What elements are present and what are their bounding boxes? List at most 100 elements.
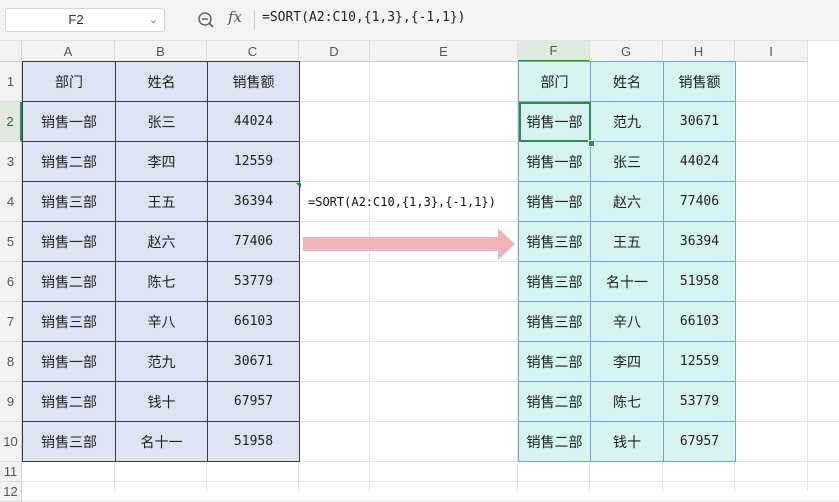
column-header-d[interactable]: D (299, 41, 370, 62)
function-icon[interactable]: fx (228, 8, 242, 26)
dept-cell[interactable]: 销售二部 (22, 141, 116, 182)
header-cell[interactable]: 部门 (518, 61, 591, 102)
sales-cell[interactable]: 36394 (207, 181, 300, 222)
name-cell[interactable]: 范九 (590, 101, 664, 142)
formula-divider (254, 10, 255, 30)
select-all-corner[interactable] (0, 41, 22, 62)
row-header-11[interactable]: 11 (0, 462, 22, 482)
sales-cell[interactable]: 53779 (663, 381, 736, 422)
name-cell[interactable]: 李四 (590, 341, 664, 382)
name-cell[interactable]: 陈七 (115, 261, 208, 302)
name-box-value: F2 (68, 12, 84, 27)
column-header-f[interactable]: F (518, 41, 590, 62)
name-cell[interactable]: 李四 (115, 141, 208, 182)
dept-cell[interactable]: 销售二部 (518, 381, 591, 422)
row-header-5[interactable]: 5 (0, 222, 22, 262)
sales-cell[interactable]: 53779 (207, 261, 300, 302)
sales-cell[interactable]: 30671 (207, 341, 300, 382)
table-row: 销售三部 名十一 51958 (518, 261, 736, 302)
sales-cell[interactable]: 36394 (663, 221, 736, 262)
name-cell[interactable]: 钱十 (590, 421, 664, 462)
sales-cell[interactable]: 77406 (207, 221, 300, 262)
fill-handle[interactable] (588, 140, 595, 147)
row-header-12[interactable]: 12 (0, 482, 22, 502)
chevron-down-icon[interactable]: ⌄ (149, 13, 158, 26)
row-header-4[interactable]: 4 (0, 182, 22, 222)
dept-cell[interactable]: 销售三部 (22, 301, 116, 342)
dept-cell[interactable]: 销售二部 (22, 261, 116, 302)
dept-cell[interactable]: 销售三部 (22, 421, 116, 462)
sales-cell[interactable]: 44024 (663, 141, 736, 182)
table-row: 销售二部 李四 12559 (22, 141, 300, 182)
dept-cell[interactable]: 销售三部 (518, 261, 591, 302)
name-cell[interactable]: 辛八 (590, 301, 664, 342)
dept-cell[interactable]: 销售三部 (518, 301, 591, 342)
row-header-10[interactable]: 10 (0, 422, 22, 462)
formula-input[interactable]: =SORT(A2:C10,{1,3},{-1,1}) (262, 10, 466, 25)
column-header-c[interactable]: C (207, 41, 299, 62)
name-cell[interactable]: 范九 (115, 341, 208, 382)
sales-cell[interactable]: 67957 (207, 381, 300, 422)
dept-cell[interactable]: 销售一部 (22, 341, 116, 382)
column-header-i[interactable]: I (735, 41, 808, 62)
row-header-7[interactable]: 7 (0, 302, 22, 342)
dept-cell[interactable]: 销售三部 (518, 221, 591, 262)
name-cell[interactable]: 名十一 (590, 261, 664, 302)
sales-cell[interactable]: 67957 (663, 421, 736, 462)
sales-cell[interactable]: 51958 (207, 421, 300, 462)
name-cell[interactable]: 王五 (590, 221, 664, 262)
sales-cell[interactable]: 66103 (207, 301, 300, 342)
comment-indicator (296, 183, 301, 188)
name-cell[interactable]: 张三 (115, 101, 208, 142)
name-cell[interactable]: 陈七 (590, 381, 664, 422)
sales-cell[interactable]: 66103 (663, 301, 736, 342)
name-cell[interactable]: 辛八 (115, 301, 208, 342)
column-header-h[interactable]: H (663, 41, 735, 62)
dept-cell[interactable]: 销售二部 (518, 421, 591, 462)
name-box[interactable]: F2 ⌄ (5, 8, 165, 32)
source-table: 部门 姓名 销售额 销售一部 张三 44024 销售二部 李四 12559 销售三部 王五 3639… (22, 61, 300, 462)
header-cell[interactable]: 销售额 (207, 61, 300, 102)
zoom-out-icon[interactable] (196, 10, 216, 30)
spreadsheet-grid[interactable]: A B C D E F G H I 1 2 3 4 5 6 7 8 9 10 11 12 部门 姓名 销售额 销售一部 张三 4… (0, 41, 839, 502)
sales-cell[interactable]: 12559 (663, 341, 736, 382)
dept-cell[interactable]: 销售三部 (22, 181, 116, 222)
sales-cell[interactable]: 51958 (663, 261, 736, 302)
column-header-e[interactable]: E (370, 41, 518, 62)
row-header-1[interactable]: 1 (0, 62, 22, 102)
sales-cell[interactable]: 77406 (663, 181, 736, 222)
row-header-8[interactable]: 8 (0, 342, 22, 382)
name-cell[interactable]: 王五 (115, 181, 208, 222)
header-cell[interactable]: 部门 (22, 61, 116, 102)
row-header-2[interactable]: 2 (0, 102, 22, 142)
sales-cell[interactable]: 12559 (207, 141, 300, 182)
dept-cell[interactable]: 销售一部 (22, 101, 116, 142)
row-header-6[interactable]: 6 (0, 262, 22, 302)
name-cell[interactable]: 名十一 (115, 421, 208, 462)
dept-cell[interactable]: 销售一部 (22, 221, 116, 262)
dept-cell[interactable]: 销售一部 (518, 181, 591, 222)
table-row: 销售二部 钱十 67957 (22, 381, 300, 422)
dept-cell[interactable]: 销售二部 (22, 381, 116, 422)
column-header-b[interactable]: B (115, 41, 207, 62)
table-header-row: 部门 姓名 销售额 (518, 61, 736, 102)
row-header-3[interactable]: 3 (0, 142, 22, 182)
header-cell[interactable]: 姓名 (115, 61, 208, 102)
column-header-a[interactable]: A (22, 41, 115, 62)
header-cell[interactable]: 销售额 (663, 61, 736, 102)
dept-cell[interactable]: 销售一部 (518, 141, 591, 182)
table-row: 销售二部 陈七 53779 (22, 261, 300, 302)
sales-cell[interactable]: 30671 (663, 101, 736, 142)
header-cell[interactable]: 姓名 (590, 61, 664, 102)
name-cell[interactable]: 赵六 (590, 181, 664, 222)
name-cell[interactable]: 钱十 (115, 381, 208, 422)
column-header-g[interactable]: G (590, 41, 663, 62)
sales-cell[interactable]: 44024 (207, 101, 300, 142)
name-cell[interactable]: 张三 (590, 141, 664, 182)
dept-cell[interactable]: 销售一部 (518, 101, 591, 142)
name-cell[interactable]: 赵六 (115, 221, 208, 262)
table-row: 销售三部 辛八 66103 (22, 301, 300, 342)
dept-cell[interactable]: 销售二部 (518, 341, 591, 382)
right-arrow-icon (303, 228, 515, 260)
row-header-9[interactable]: 9 (0, 382, 22, 422)
